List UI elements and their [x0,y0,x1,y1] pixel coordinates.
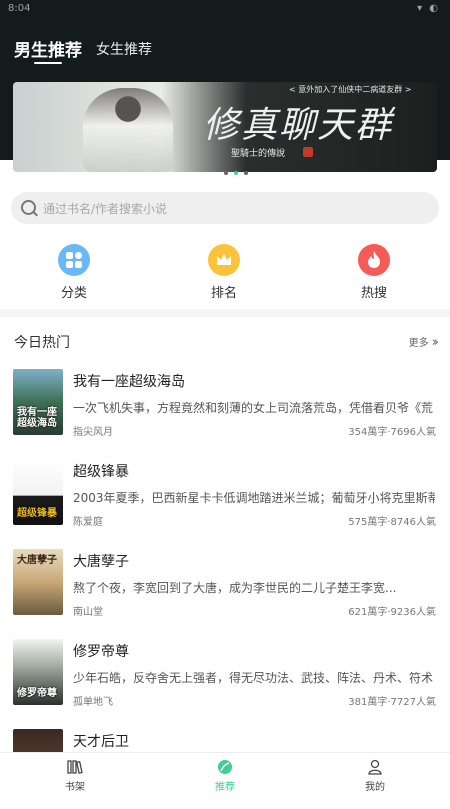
book-cover: 大唐孽子 [13,549,63,615]
status-icons: ▾ ◐ [417,3,440,14]
leaf-icon [216,759,234,775]
section-divider [0,309,450,317]
banner-pagination [224,160,254,179]
book-description: 熬了个夜，李宽回到了大唐，成为李世民的二儿子楚王李宽... [73,581,397,595]
pagination-dot [224,171,228,175]
tab-recommend-label: 推荐 [215,782,235,793]
book-author: 陈爱庭 [73,517,103,528]
ranking-label: 排名 [210,286,237,301]
double-chevron-right-icon: ›› [431,335,440,350]
book-title: 天才后卫 [73,734,129,750]
category-label: 分类 [60,286,87,301]
book-stats: 381萬字·7727人氣 [348,697,436,708]
book-stats: 621萬字·9236人氣 [348,607,436,618]
category-icon [58,244,90,276]
flame-icon [358,244,390,276]
tab-recommend[interactable]: 推荐 [195,759,255,793]
book-item[interactable]: 超级锋暴 超级锋暴 2003年夏季，巴西新星卡卡低调地踏进米兰城；葡萄牙小将克里… [0,459,450,539]
tab-mine[interactable]: 我的 [345,759,405,793]
book-title: 我有一座超级海岛 [73,374,185,390]
cover-text: 我有一座超级海岛 [17,407,57,429]
book-author: 南山堂 [73,607,103,618]
search-icon [21,200,36,215]
banner[interactable]: < 意外加入了仙侠中二病道友群 > 修真聊天群 聖騎士的傳說 [13,82,437,172]
search-placeholder: 通过书名/作者搜索小说 [43,202,168,216]
tab-female-recommend[interactable]: 女生推荐 [96,39,152,59]
active-tab-indicator [34,62,62,64]
book-author: 指尖风月 [73,427,113,438]
more-label: 更多 [408,338,429,349]
cover-text: 修罗帝尊 [17,688,57,699]
book-title: 超级锋暴 [73,464,129,480]
tab-male-recommend[interactable]: 男生推荐 [14,36,82,61]
pagination-dot-active [234,171,238,175]
pagination-dot [244,171,248,175]
book-stats: 575萬字·8746人氣 [348,517,436,528]
book-cover: 超级锋暴 [13,459,63,525]
book-cover: 修罗帝尊 [13,639,63,705]
crown-icon [208,244,240,276]
bookshelf-icon [66,759,84,775]
book-item[interactable]: 修罗帝尊 修罗帝尊 少年石皓，反夺舍无上强者，得无尽功法、武技、阵法、丹术、符术… [0,639,450,719]
book-author: 孤单地飞 [73,697,113,708]
hot-search-label: 热搜 [360,286,387,301]
bottom-tab-bar: 书架 推荐 我的 [0,752,450,801]
seal-icon [303,147,313,157]
tab-bookshelf-label: 书架 [65,782,85,793]
tab-bookshelf[interactable]: 书架 [45,759,105,793]
book-item[interactable]: 我有一座超级海岛 我有一座超级海岛 一次飞机失事，方程竟然和刻薄的女上司流落荒岛… [0,369,450,449]
banner-character-image [83,88,173,172]
cover-text: 超级锋暴 [17,508,57,519]
book-description: 2003年夏季，巴西新星卡卡低调地踏进米兰城；葡萄牙小将克里斯蒂 [73,491,435,505]
category-button[interactable]: 分类 [44,244,104,301]
section-title-today-hot: 今日热门 [14,335,70,351]
book-description: 少年石皓，反夺舍无上强者，得无尽功法、武技、阵法、丹术、符术 [73,671,434,685]
cover-text: 大唐孽子 [17,555,57,566]
banner-author: 聖騎士的傳說 [231,149,286,159]
banner-subtitle: < 意外加入了仙侠中二病道友群 > [289,85,412,94]
book-title: 大唐孽子 [73,554,129,570]
more-link[interactable]: 更多 ›› [408,334,440,350]
book-cover: 我有一座超级海岛 [13,369,63,435]
book-stats: 354萬字·7696人氣 [348,427,436,438]
hot-search-button[interactable]: 热搜 [344,244,404,301]
status-time: 8:04 [8,3,31,14]
book-description: 一次飞机失事，方程竟然和刻薄的女上司流落荒岛，凭借看贝爷《荒 [73,401,434,415]
user-icon [366,759,384,775]
ranking-button[interactable]: 排名 [194,244,254,301]
search-input[interactable]: 通过书名/作者搜索小说 [11,192,439,224]
tab-mine-label: 我的 [365,782,385,793]
book-title: 修罗帝尊 [73,644,129,660]
banner-title: 修真聊天群 [203,105,394,146]
status-bar: 8:04 ▾ ◐ [0,0,450,20]
book-item[interactable]: 大唐孽子 大唐孽子 熬了个夜，李宽回到了大唐，成为李世民的二儿子楚王李宽... … [0,549,450,629]
